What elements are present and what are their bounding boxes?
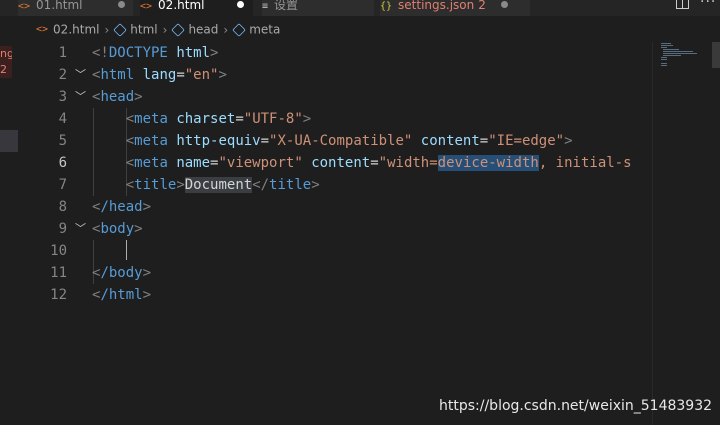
unsaved-dot-icon[interactable] (501, 1, 508, 8)
minimap-line (661, 47, 667, 48)
line-number: 8 (58, 199, 67, 215)
word-highlight: Document (184, 177, 253, 193)
tab-label: settings.json (398, 0, 475, 12)
minimap-line (661, 43, 671, 44)
minimap-line (663, 55, 681, 56)
line-number: 2 (58, 67, 67, 83)
text-cursor (126, 240, 127, 260)
line-number: 10 (50, 243, 67, 259)
html-file-icon: <> (36, 24, 49, 35)
fold-chevron-icon[interactable]: ﹀ (75, 86, 87, 108)
symbol-element-icon (171, 22, 186, 37)
split-editor-icon[interactable] (676, 0, 689, 9)
symbol-element-icon (232, 22, 247, 37)
html-file-icon: <> (18, 1, 31, 12)
code-line: </html> (92, 287, 152, 303)
explorer-selected-item[interactable] (0, 130, 18, 152)
tab-settings-json[interactable]: {} settings.json 2 (380, 0, 530, 16)
tab-01-html[interactable]: <> 01.html (18, 0, 133, 16)
unsaved-dot-icon[interactable] (118, 1, 125, 8)
code-line: </head> (92, 199, 152, 215)
unsaved-dot-icon[interactable] (237, 1, 244, 8)
code-line: <!DOCTYPE html> (92, 45, 219, 61)
tab-settings[interactable]: ≡ 设置 (262, 0, 374, 16)
chevron-right-icon: › (162, 22, 168, 37)
tab-02-html[interactable]: <> 02.html (140, 0, 253, 16)
code-line: <head> (92, 89, 143, 105)
breadcrumb-file[interactable]: 02.html (53, 23, 99, 37)
line-number: 3 (58, 89, 67, 105)
code-line: <meta charset="UTF-8"> (125, 111, 312, 127)
tab-label: 01.html (36, 0, 83, 12)
line-number: 5 (58, 133, 67, 149)
minimap-line (663, 51, 693, 52)
code-line-active: <meta name="viewport" content="width=dev… (125, 155, 632, 171)
breadcrumb-item-html[interactable]: html (130, 23, 157, 37)
line-number: 9 (58, 221, 67, 237)
text-selection: device-width (437, 155, 539, 171)
html-file-icon: <> (140, 1, 153, 12)
code-line: <html lang="en"> (92, 67, 227, 83)
minimap-line (663, 53, 697, 54)
json-file-icon: {} (380, 1, 393, 12)
symbol-element-icon (113, 22, 128, 37)
code-line: <meta http-equiv="X-UA-Compatible" conte… (125, 133, 573, 149)
minimap-line (661, 59, 667, 60)
watermark: https://blog.csdn.net/weixin_51483932 (439, 398, 713, 414)
explorer-strip: ng 2 (0, 16, 18, 425)
line-number-active: 6 (58, 155, 67, 171)
minimap-line (661, 65, 667, 66)
breadcrumb-item-head[interactable]: head (188, 23, 218, 37)
explorer-item-badge[interactable]: ng 2 (0, 46, 12, 78)
line-number: 7 (58, 177, 67, 193)
editor-tab-bar: <> 01.html <> 02.html ≡ 设置 {} settings.json 2… (0, 0, 720, 16)
code-line: </body> (92, 265, 152, 281)
minimap-line (661, 45, 673, 46)
minimap-line (661, 63, 667, 64)
code-editor[interactable]: <!DOCTYPE html> <html lang="en"> <head> … (92, 42, 652, 372)
minimap-line (663, 49, 679, 50)
code-line: <body> (92, 221, 143, 237)
fold-chevron-icon[interactable]: ﹀ (75, 64, 87, 86)
line-number: 1 (58, 45, 67, 61)
minimap[interactable] (652, 42, 720, 425)
tab-label: 02.html (158, 0, 205, 12)
problem-count-badge: 2 (478, 0, 486, 12)
code-line: <title>Document</title> (125, 177, 320, 193)
settings-editor-icon: ≡ (262, 1, 269, 12)
fold-chevron-icon[interactable]: ﹀ (75, 218, 87, 240)
line-number: 4 (58, 111, 67, 127)
minimap-line (661, 57, 667, 58)
chevron-right-icon: › (223, 22, 229, 37)
chevron-right-icon: › (104, 22, 110, 37)
vertical-scrollbar-thumb[interactable] (712, 42, 720, 68)
tab-label: 设置 (274, 0, 299, 12)
breadcrumb-item-meta[interactable]: meta (249, 23, 280, 37)
line-number: 12 (50, 287, 67, 303)
more-actions-icon[interactable]: ··· (700, 0, 716, 10)
breadcrumb: <> 02.html › html › head › meta (36, 22, 280, 40)
line-number: 11 (50, 265, 67, 281)
